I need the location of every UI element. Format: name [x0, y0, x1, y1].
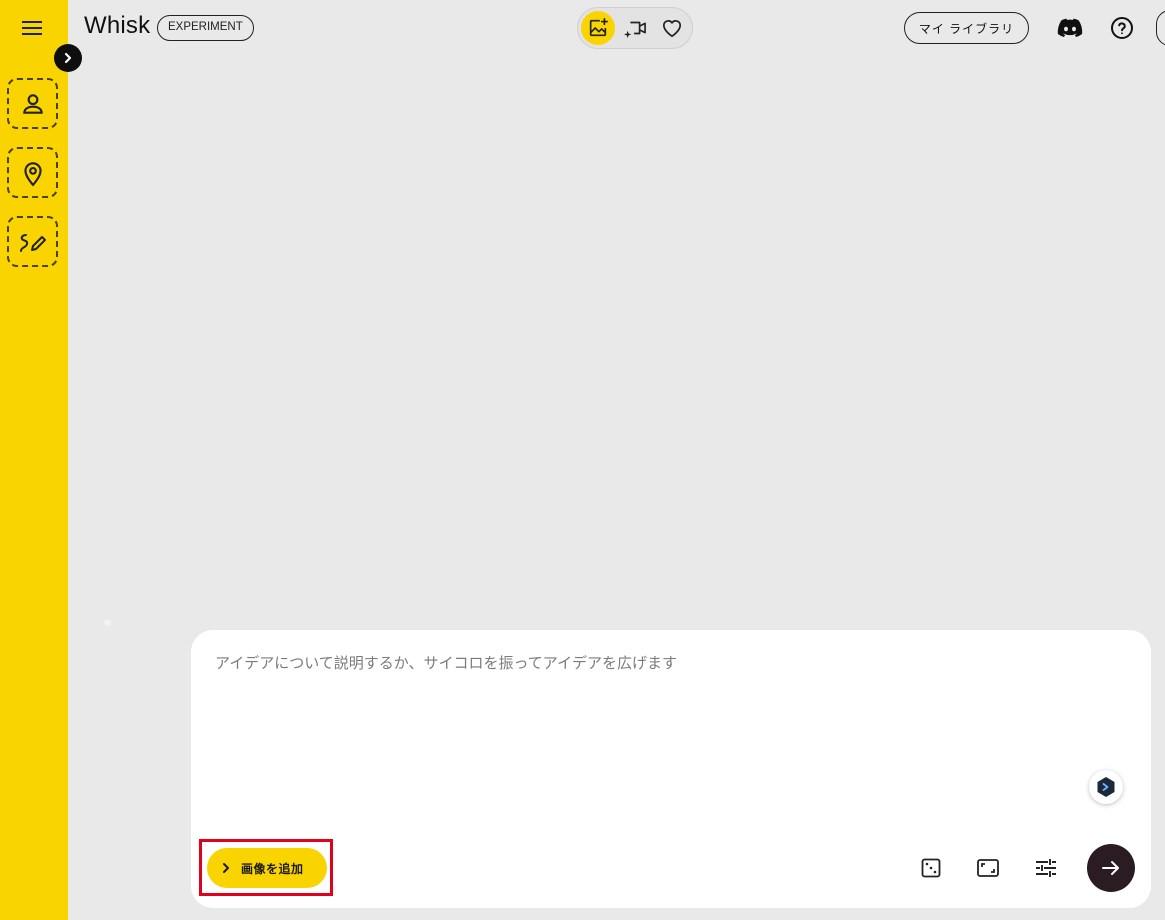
aspect-ratio-button[interactable]	[973, 853, 1003, 883]
mode-toggle	[577, 7, 693, 49]
subject-slot[interactable]	[7, 78, 58, 129]
add-image-label: 画像を追加	[241, 861, 304, 876]
discord-icon	[1057, 18, 1083, 37]
location-pin-icon	[23, 161, 42, 186]
favorites-button[interactable]	[655, 11, 689, 45]
my-library-button[interactable]: マイ ライブラリ	[904, 12, 1029, 44]
brush-icon	[19, 233, 46, 252]
decorative-dot	[104, 619, 111, 626]
chevron-right-icon	[64, 52, 72, 64]
image-sparkle-icon	[589, 18, 608, 37]
random-idea-button[interactable]	[916, 853, 946, 883]
add-image-button[interactable]: 画像を追加	[207, 848, 327, 888]
assistant-hexagon-icon	[1097, 777, 1115, 797]
assistant-chip[interactable]	[1089, 770, 1123, 804]
heart-icon	[662, 20, 682, 38]
video-sparkle-icon	[624, 21, 646, 39]
sidebar	[0, 0, 68, 920]
image-mode-button[interactable]	[581, 11, 615, 45]
video-mode-button[interactable]	[618, 11, 652, 45]
account-button[interactable]	[1156, 10, 1165, 46]
dice-icon	[921, 858, 941, 878]
discord-button[interactable]	[1056, 14, 1084, 42]
prompt-card: 画像を追加	[191, 630, 1151, 908]
help-button[interactable]	[1108, 14, 1136, 42]
chevron-right-icon	[223, 863, 229, 873]
prompt-input[interactable]	[213, 650, 1113, 790]
person-icon	[22, 93, 43, 114]
arrow-right-icon	[1102, 861, 1119, 875]
style-slot[interactable]	[7, 216, 58, 267]
experiment-badge: EXPERIMENT	[157, 15, 254, 41]
brand-title: Whisk	[84, 12, 151, 39]
settings-button[interactable]	[1031, 853, 1061, 883]
hamburger-icon	[22, 21, 42, 35]
submit-button[interactable]	[1087, 844, 1135, 892]
tune-icon	[1036, 859, 1056, 877]
expand-sidebar-button[interactable]	[54, 44, 82, 72]
menu-button[interactable]	[16, 12, 48, 44]
aspect-ratio-icon	[977, 859, 999, 877]
help-icon	[1111, 17, 1133, 39]
scene-slot[interactable]	[7, 147, 58, 198]
